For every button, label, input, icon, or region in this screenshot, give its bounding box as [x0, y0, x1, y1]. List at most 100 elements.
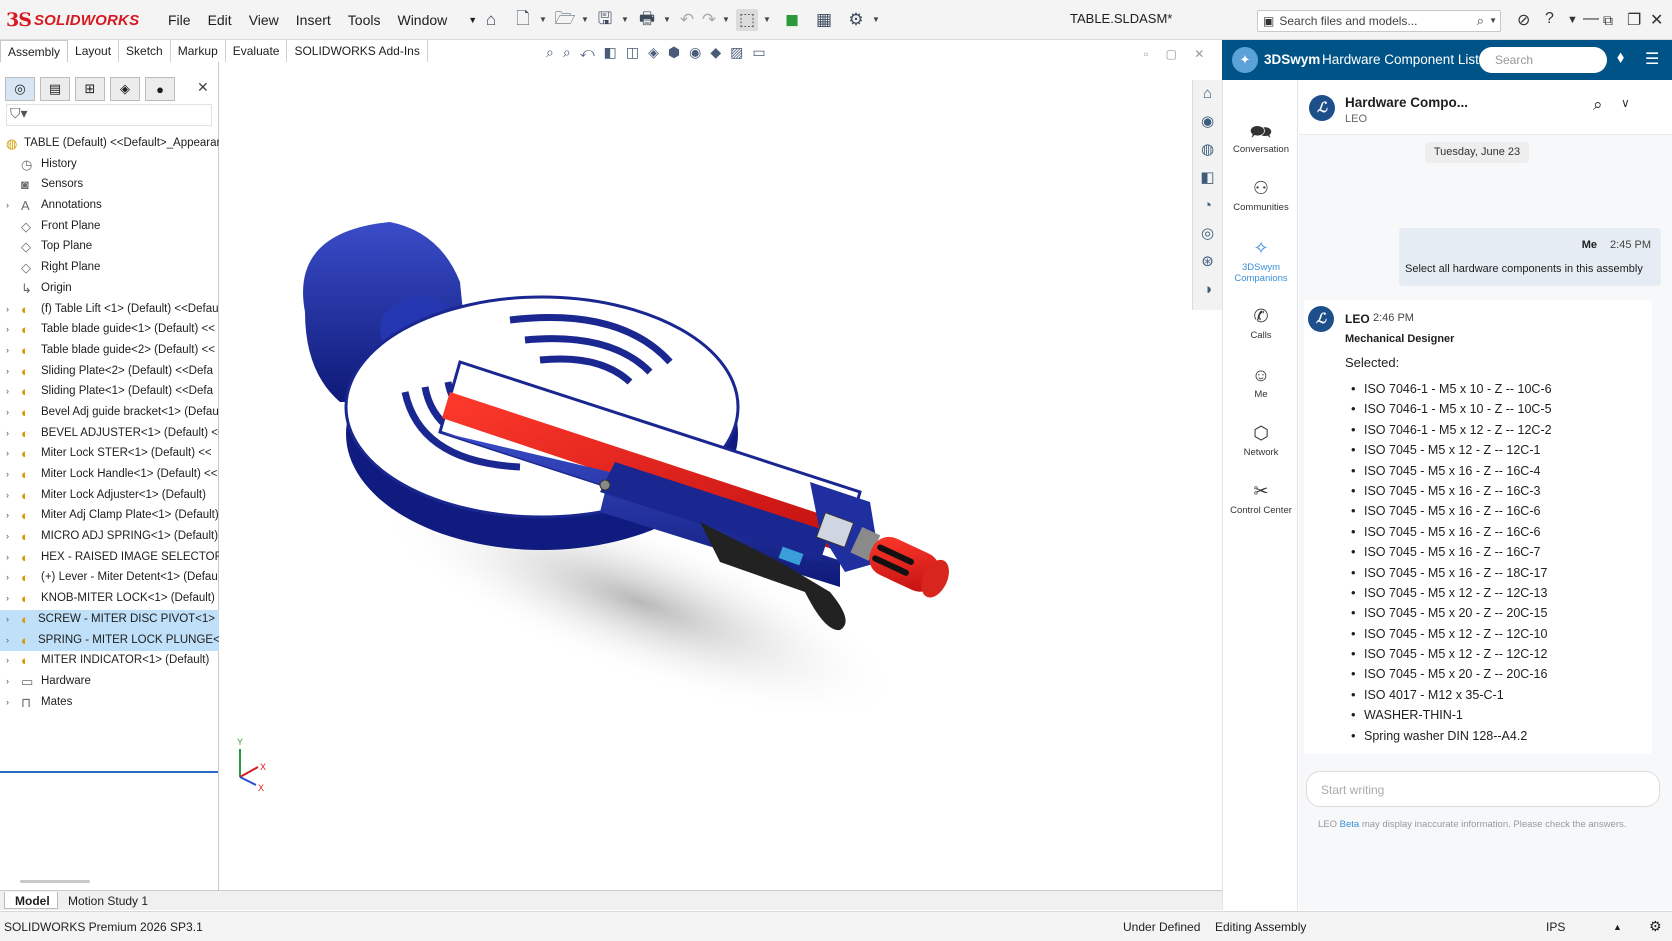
home-icon[interactable]: ⌂	[480, 9, 502, 31]
expand-arrow-icon[interactable]: ›	[6, 552, 9, 562]
apply-scene-icon[interactable]: ▨	[730, 44, 743, 61]
dynamic-annotation-icon[interactable]: ◫	[626, 44, 639, 61]
expand-arrow-icon[interactable]: ›	[6, 386, 9, 396]
view-settings-icon[interactable]: ▭	[752, 44, 765, 61]
hamburger-menu-icon[interactable]: ☰	[1645, 49, 1659, 69]
expand-arrow-icon[interactable]: ›	[6, 572, 9, 582]
file-properties-icon[interactable]: ▦	[813, 9, 835, 31]
tab-addins[interactable]: SOLIDWORKS Add-Ins	[287, 40, 428, 62]
tree-node[interactable]: › ◐ BEVEL ADJUSTER<1> (Default) <<	[0, 424, 219, 445]
appearances-icon[interactable]: ◔	[1193, 192, 1222, 220]
print-dropdown-caret-icon[interactable]: ▼	[663, 15, 671, 24]
graphics-area[interactable]: Y X X	[220, 62, 1220, 890]
zoom-to-fit-icon[interactable]: ⌕	[546, 44, 554, 61]
chat-title[interactable]: Hardware Compo...	[1345, 95, 1468, 110]
tab-sketch[interactable]: Sketch	[119, 40, 171, 62]
tag-icon[interactable]: ⬧	[1617, 49, 1624, 67]
expand-arrow-icon[interactable]: ›	[6, 448, 9, 458]
options-dropdown-caret-icon[interactable]: ▼	[872, 15, 880, 24]
configuration-manager-tab-icon[interactable]: ⊞	[75, 77, 105, 101]
tree-node[interactable]: › ◐ Bevel Adj guide bracket<1> (Defau	[0, 403, 219, 424]
previous-view-icon[interactable]: ⤺	[580, 44, 595, 61]
nav-item[interactable]: ☺ Me	[1223, 365, 1299, 400]
save-icon[interactable]: 🖫	[594, 9, 616, 31]
expand-arrow-icon[interactable]: ›	[6, 697, 9, 707]
tree-node[interactable]: › ◐ (f) Table Lift <1> (Default) <<Defau	[0, 300, 219, 321]
menu-file[interactable]: File	[168, 12, 191, 28]
menu-view[interactable]: View	[249, 12, 279, 28]
tree-node[interactable]: › ◐ MICRO ADJ SPRING<1> (Default)	[0, 527, 219, 548]
expand-arrow-icon[interactable]: ›	[6, 407, 9, 417]
menu-tools[interactable]: Tools	[348, 12, 381, 28]
nav-item[interactable]: 🗪 Conversation	[1223, 120, 1299, 155]
expand-arrow-icon[interactable]: ›	[6, 676, 9, 686]
3dexperience-icon[interactable]: ⊛	[1193, 248, 1222, 276]
search-icon[interactable]: ⌕	[1477, 13, 1484, 29]
menu-edit[interactable]: Edit	[208, 12, 232, 28]
rollback-bar[interactable]	[0, 771, 218, 773]
feature-tree-tab-icon[interactable]: ◎	[5, 77, 35, 101]
options-icon[interactable]: ⚙	[845, 9, 867, 31]
nav-item[interactable]: ⬡ Network	[1223, 423, 1299, 458]
nav-item[interactable]: ⚇ Communities	[1223, 178, 1299, 213]
expand-arrow-icon[interactable]: ›	[6, 531, 9, 541]
select-icon[interactable]: ⬚	[736, 9, 758, 31]
expand-arrow-icon[interactable]: ›	[6, 469, 9, 479]
tree-node[interactable]: › ◐ Miter Adj Clamp Plate<1> (Default)	[0, 506, 219, 527]
restore-down-icon[interactable]: ❐	[1627, 10, 1641, 30]
redo-dropdown-caret-icon[interactable]: ▼	[722, 15, 730, 24]
menu-window[interactable]: Window	[397, 12, 447, 28]
tree-node[interactable]: › ◐ SPRING - MITER LOCK PLUNGE<1>	[0, 630, 219, 652]
tree-node[interactable]: ◷ History	[0, 155, 219, 176]
community-icon[interactable]: ⊘	[1517, 10, 1530, 30]
horizontal-scrollbar[interactable]	[20, 880, 90, 883]
view-palette-icon[interactable]: ◧	[1193, 164, 1222, 192]
tree-node[interactable]: ↳ Origin	[0, 279, 219, 300]
nav-item[interactable]: ✆ Calls	[1223, 306, 1299, 341]
menu-more-caret-icon[interactable]: ▼	[468, 15, 477, 28]
section-view-icon[interactable]: ◧	[604, 44, 617, 61]
chevron-down-icon[interactable]: ∨	[1621, 96, 1630, 110]
status-options-icon[interactable]: ⚙	[1649, 918, 1662, 935]
table-saw-model[interactable]	[220, 62, 1220, 890]
print-icon[interactable]: 🖶	[636, 9, 658, 31]
zoom-to-area-icon[interactable]: ⌕	[563, 44, 571, 61]
tree-node[interactable]: › ◐ Table blade guide<1> (Default) <<	[0, 320, 219, 341]
solidworks-resources-icon[interactable]: ⌂	[1193, 80, 1222, 108]
tree-node[interactable]: › ◐ Sliding Plate<2> (Default) <<Defa	[0, 362, 219, 383]
new-document-icon[interactable]: 🗋	[512, 9, 534, 31]
expand-arrow-icon[interactable]: ›	[6, 635, 9, 645]
tab-model[interactable]: Model	[4, 892, 58, 909]
tree-filter-icon[interactable]: ⛉▾	[6, 104, 212, 126]
file-explorer-icon[interactable]: ◍	[1193, 136, 1222, 164]
expand-arrow-icon[interactable]: ›	[6, 304, 9, 314]
tree-node[interactable]: › ◐ Table blade guide<2> (Default) <<	[0, 341, 219, 362]
tree-node[interactable]: › ◐ (+) Lever - Miter Detent<1> (Defau	[0, 568, 219, 589]
menu-insert[interactable]: Insert	[296, 12, 331, 28]
redo-icon[interactable]: ↷	[698, 9, 720, 31]
expand-arrow-icon[interactable]: ›	[6, 593, 9, 603]
search-dropdown-caret-icon[interactable]: ▼	[1489, 16, 1497, 25]
tree-node[interactable]: › ◐ Miter Lock STER<1> (Default) <<	[0, 444, 219, 465]
tree-node[interactable]: › A Annotations	[0, 196, 219, 217]
expand-arrow-icon[interactable]: ›	[6, 366, 9, 376]
tree-node[interactable]: ◇ Right Plane	[0, 258, 219, 279]
tree-node[interactable]: › ◐ HEX - RAISED IMAGE SELECTOR K	[0, 548, 219, 569]
open-dropdown-caret-icon[interactable]: ▼	[581, 15, 589, 24]
expand-arrow-icon[interactable]: ›	[6, 490, 9, 500]
tree-node[interactable]: ◍ TABLE (Default) <<Default>_Appearanc	[0, 134, 219, 155]
tree-node[interactable]: › ◐ KNOB-MITER LOCK<1> (Default)	[0, 589, 219, 610]
units-caret-icon[interactable]: ▲	[1613, 922, 1622, 932]
tree-node[interactable]: › ◐ SCREW - MITER DISC PIVOT<1>	[0, 609, 219, 631]
tab-layout[interactable]: Layout	[68, 40, 120, 62]
help-dropdown-caret-icon[interactable]: ▼	[1567, 14, 1578, 26]
view-orientation-icon[interactable]: ◈	[648, 44, 659, 61]
search-icon[interactable]: ⌕	[1593, 95, 1603, 115]
tree-node[interactable]: › ▭ Hardware	[0, 672, 219, 693]
nav-item[interactable]: ✧ 3DSwym Companions	[1223, 238, 1299, 284]
undo-icon[interactable]: ↶	[676, 9, 698, 31]
save-dropdown-caret-icon[interactable]: ▼	[621, 15, 629, 24]
tree-node[interactable]: › ◐ Miter Lock Handle<1> (Default) <<	[0, 465, 219, 486]
expand-arrow-icon[interactable]: ›	[6, 345, 9, 355]
swym-search-input[interactable]: Search	[1479, 47, 1607, 73]
